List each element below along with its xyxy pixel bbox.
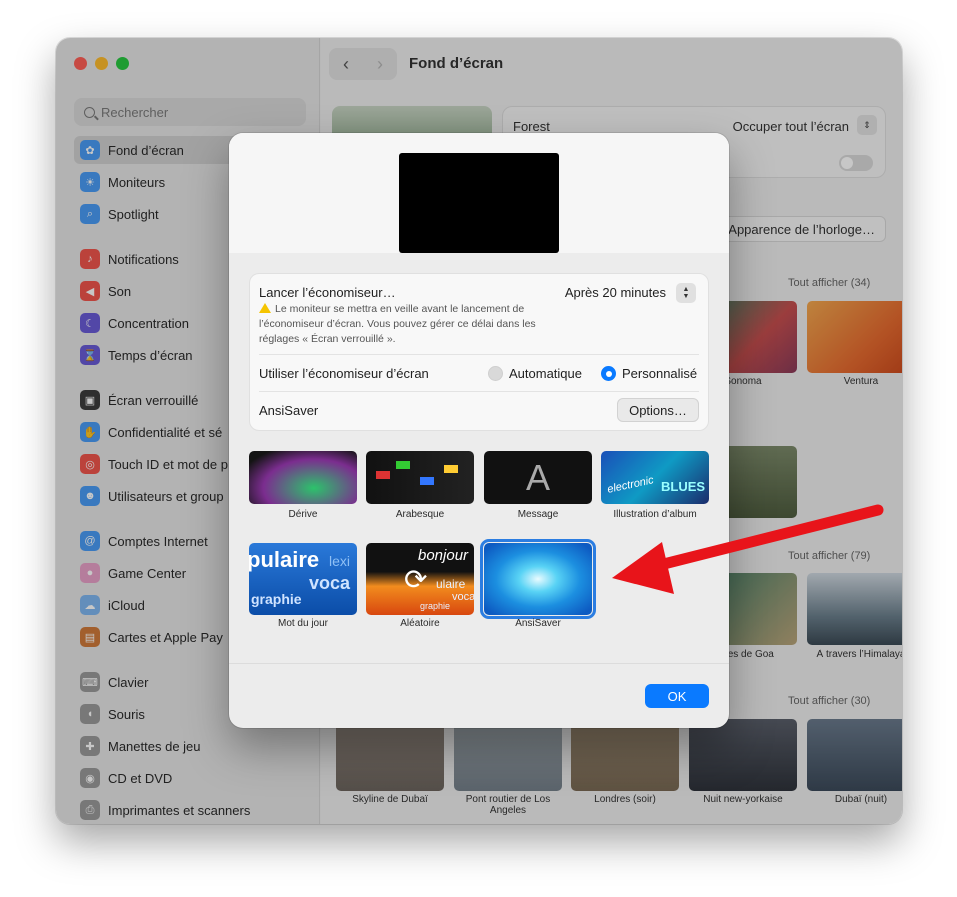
saver-thumb-random[interactable]: bonjour ulaire voca graphie ⟳ bbox=[366, 543, 474, 615]
use-saver-label: Utiliser l’économiseur d’écran bbox=[259, 366, 429, 381]
word-tile-text: graphie bbox=[251, 591, 302, 607]
warning-text: Le moniteur se mettra en veille avant le… bbox=[259, 303, 536, 345]
arabesque-pixel bbox=[396, 461, 410, 469]
radio-custom-label[interactable]: Personnalisé bbox=[622, 366, 697, 381]
divider bbox=[229, 663, 729, 664]
arrow-head bbox=[612, 542, 674, 594]
saver-thumb-ansisaver[interactable] bbox=[480, 539, 596, 619]
warning-icon bbox=[259, 303, 271, 313]
start-saver-label: Lancer l’économiseur… bbox=[259, 285, 396, 300]
random-tile-text: ulaire bbox=[436, 577, 466, 591]
random-tile-text: voca bbox=[452, 591, 474, 603]
shuffle-icon: ⟳ bbox=[404, 564, 428, 595]
arrow-shaft bbox=[634, 504, 884, 576]
saver-thumb-arabesque[interactable] bbox=[366, 451, 474, 504]
message-glyph: A bbox=[525, 456, 550, 498]
saver-label: Arabesque bbox=[395, 509, 445, 520]
options-button[interactable]: Options… bbox=[617, 398, 699, 422]
saver-thumb-message[interactable]: A bbox=[484, 451, 592, 504]
start-delay-select[interactable]: Après 20 minutes bbox=[565, 285, 666, 300]
divider bbox=[259, 354, 699, 355]
divider bbox=[259, 391, 699, 392]
red-arrow-annotation bbox=[612, 504, 884, 594]
word-tile-text: lexi bbox=[329, 553, 351, 569]
word-tile-text: voca bbox=[309, 573, 351, 593]
delay-stepper-icon[interactable]: ▲ ▼ bbox=[676, 283, 696, 303]
radio-automatic-label[interactable]: Automatique bbox=[509, 366, 582, 381]
saver-label: AnsiSaver bbox=[515, 618, 561, 629]
arabesque-pixel bbox=[444, 465, 458, 473]
ok-button[interactable]: OK bbox=[645, 684, 709, 708]
radio-custom[interactable] bbox=[601, 366, 616, 381]
selected-saver-name: AnsiSaver bbox=[259, 403, 319, 418]
random-tile-text: bonjour bbox=[418, 547, 469, 564]
saver-label: Message bbox=[517, 509, 559, 520]
screensaver-settings-card: Lancer l’économiseur… Après 20 minutes ▲… bbox=[249, 273, 709, 431]
radio-automatic[interactable] bbox=[488, 366, 503, 381]
saver-thumb-drift[interactable] bbox=[249, 451, 357, 504]
saver-label: Mot du jour bbox=[277, 618, 329, 629]
random-tile-text: graphie bbox=[420, 601, 451, 611]
saver-label: Dérive bbox=[288, 509, 318, 520]
preview-area bbox=[229, 133, 729, 253]
saver-thumb-word-of-day[interactable]: pulaire lexi voca graphie bbox=[249, 543, 357, 615]
screensaver-sheet: Lancer l’économiseur… Après 20 minutes ▲… bbox=[229, 133, 729, 728]
word-tile-text: pulaire bbox=[249, 547, 320, 572]
screensaver-preview bbox=[399, 153, 559, 253]
arabesque-pixel bbox=[420, 477, 434, 485]
saver-label: Aléatoire bbox=[400, 618, 440, 629]
arabesque-pixel bbox=[376, 471, 390, 479]
sleep-warning: Le moniteur se mettra en veille avant le… bbox=[259, 302, 549, 347]
